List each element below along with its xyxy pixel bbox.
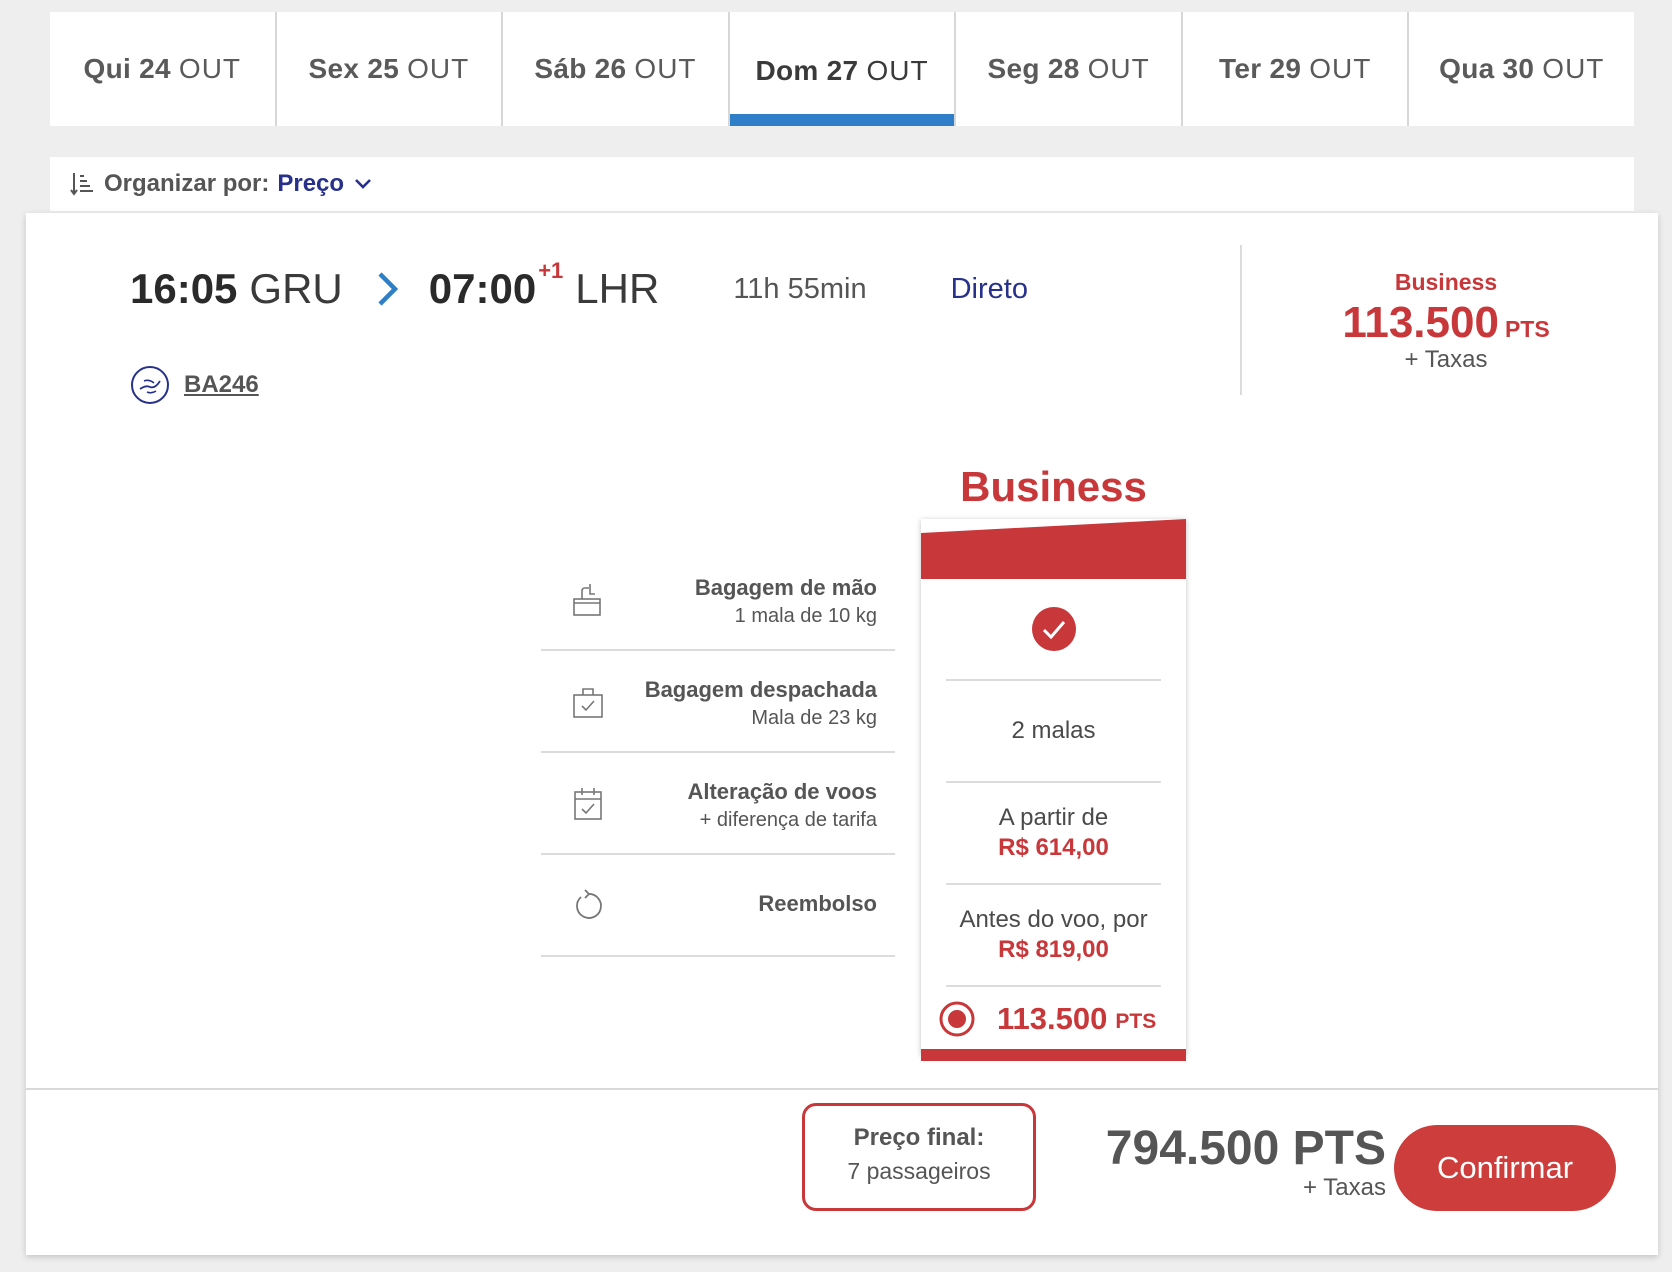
date-tab-month: OUT [1542, 53, 1605, 84]
sort-label: Organizar por: [104, 170, 270, 197]
flight-duration: 11h 55min [733, 272, 867, 305]
summary-points: 113.500 PTS [1266, 298, 1626, 348]
fare-change-price: R$ 614,00 [998, 834, 1109, 861]
summary-points-value: 113.500 [1342, 298, 1499, 347]
total-price: 794.500 PTS + Taxas [1046, 1121, 1386, 1202]
date-tab-day: Qui 24 [83, 53, 171, 84]
sort-icon [70, 173, 93, 196]
check-circle-icon [1031, 607, 1076, 651]
arrow-right-icon [378, 272, 398, 306]
departure-airport: GRU [249, 265, 343, 312]
fare-header-cut [921, 519, 1186, 533]
fare-refund-price: R$ 819,00 [998, 936, 1109, 963]
fare-change-prefix: A partir de [998, 804, 1109, 831]
fare-title: Business [960, 463, 1147, 510]
fare-option-business[interactable]: 2 malas A partir de R$ 614,00 Antes do v… [921, 519, 1186, 1061]
feature-row-checked-bag: Bagagem despachada Mala de 23 kg [541, 651, 895, 753]
date-tab-month: OUT [1309, 53, 1372, 84]
passenger-count: 7 passageiros [847, 1158, 991, 1184]
feature-text: Bagagem de mão 1 mala de 10 kg [695, 575, 877, 628]
flight-route: 16:05 GRU 07:00 +1 LHR 11h 55min Direto [130, 258, 1028, 313]
checked-bag-icon [573, 688, 603, 718]
feature-title: Bagagem despachada [644, 677, 877, 702]
day-offset-badge: +1 [538, 258, 564, 283]
date-tab-day: Ter 29 [1219, 53, 1302, 84]
date-tab-month: OUT [634, 53, 697, 84]
fare-cell-checked-bags: 2 malas [946, 681, 1161, 783]
feature-title: Bagagem de mão [694, 575, 877, 600]
feature-text: Alteração de voos + diferença de tarifa [687, 779, 877, 832]
fare-points-unit: PTS [1115, 1010, 1157, 1033]
calendar-change-icon [574, 788, 602, 820]
date-tab-sex-25[interactable]: Sex 25 OUT [277, 12, 504, 126]
fare-select-row[interactable]: 113.500 PTS [921, 989, 1186, 1049]
price-summary: Business 113.500 PTS + Taxas [1266, 269, 1626, 374]
carry-on-bag-icon [573, 584, 601, 616]
date-tab-seg-28[interactable]: Seg 28 OUT [956, 12, 1183, 126]
fare-checked-bags: 2 malas [1011, 717, 1096, 744]
flight-number-link[interactable]: BA246 [184, 371, 259, 399]
total-points: 794.500 PTS [1105, 1122, 1386, 1175]
feature-title: Reembolso [758, 891, 877, 916]
fare-points: 113.500 [997, 1001, 1108, 1036]
fare-cell-carry-on [946, 579, 1161, 681]
feature-title: Alteração de voos [687, 779, 877, 804]
sort-select[interactable]: Preço [277, 170, 344, 198]
feature-row-refund: Reembolso [541, 855, 895, 957]
fare-footer-band [921, 1049, 1186, 1061]
stops-link[interactable]: Direto [951, 273, 1028, 306]
summary-points-unit: PTS [1504, 316, 1550, 342]
final-price-box: Preço final: 7 passageiros [802, 1103, 1036, 1211]
date-tab-day: Sáb 26 [534, 53, 627, 84]
feature-text: Reembolso [758, 891, 877, 917]
departure-time: 16:05 [130, 265, 238, 312]
feature-row-change: Alteração de voos + diferença de tarifa [541, 753, 895, 855]
date-tab-day: Qua 30 [1439, 53, 1535, 84]
date-tab-month: OUT [407, 53, 470, 84]
feature-subtitle: Mala de 23 kg [751, 707, 877, 729]
date-tab-month: OUT [866, 55, 929, 86]
fare-cell-refund: Antes do voo, por R$ 819,00 [946, 885, 1161, 987]
summary-cabin: Business [1394, 269, 1498, 295]
fare-features: Bagagem de mão 1 mala de 10 kg Bagagem d… [541, 549, 895, 957]
arrival-time: 07:00 [428, 265, 537, 312]
airline-logo-icon [131, 366, 169, 404]
fare-cell-change: A partir de R$ 614,00 [946, 783, 1161, 885]
total-taxes: + Taxas [1303, 1174, 1386, 1201]
date-tab-day: Seg 28 [987, 53, 1080, 84]
date-tab-day: Sex 25 [308, 53, 400, 84]
date-tab-dom-27[interactable]: Dom 27 OUT [729, 12, 957, 126]
date-tab-month: OUT [1087, 53, 1150, 84]
feature-subtitle: + diferença de tarifa [699, 809, 877, 831]
date-tab-month: OUT [178, 53, 242, 84]
feature-text: Bagagem despachada Mala de 23 kg [645, 677, 877, 730]
date-tab-sab-26[interactable]: Sáb 26 OUT [503, 12, 730, 126]
refund-icon [576, 889, 602, 919]
divider [1240, 245, 1242, 395]
flight-card: 16:05 GRU 07:00 +1 LHR 11h 55min Direto … [26, 213, 1658, 1255]
date-tab-qui-24[interactable]: Qui 24 OUT [50, 12, 277, 126]
flight-number-row: BA246 [130, 365, 259, 405]
confirm-button[interactable]: Confirmar [1394, 1125, 1616, 1211]
date-tabs: Qui 24 OUT Sex 25 OUT Sáb 26 OUT Dom 27 … [50, 12, 1634, 126]
date-tab-ter-29[interactable]: Ter 29 OUT [1183, 12, 1410, 126]
feature-subtitle: 1 mala de 10 kg [734, 605, 877, 627]
feature-row-carry-on: Bagagem de mão 1 mala de 10 kg [541, 549, 895, 651]
fare-refund-prefix: Antes do voo, por [959, 906, 1148, 933]
chevron-down-icon[interactable] [354, 178, 372, 190]
date-tab-day: Dom 27 [755, 55, 859, 86]
arrival-airport: LHR [575, 265, 660, 312]
radio-selected-icon[interactable] [939, 1001, 975, 1037]
final-price-label: Preço final: [853, 1124, 985, 1151]
footer-divider [26, 1088, 1658, 1090]
date-tab-qua-30[interactable]: Qua 30 OUT [1409, 12, 1634, 126]
summary-taxes: + Taxas [1404, 346, 1488, 373]
sort-bar: Organizar por: Preço [50, 157, 1634, 211]
